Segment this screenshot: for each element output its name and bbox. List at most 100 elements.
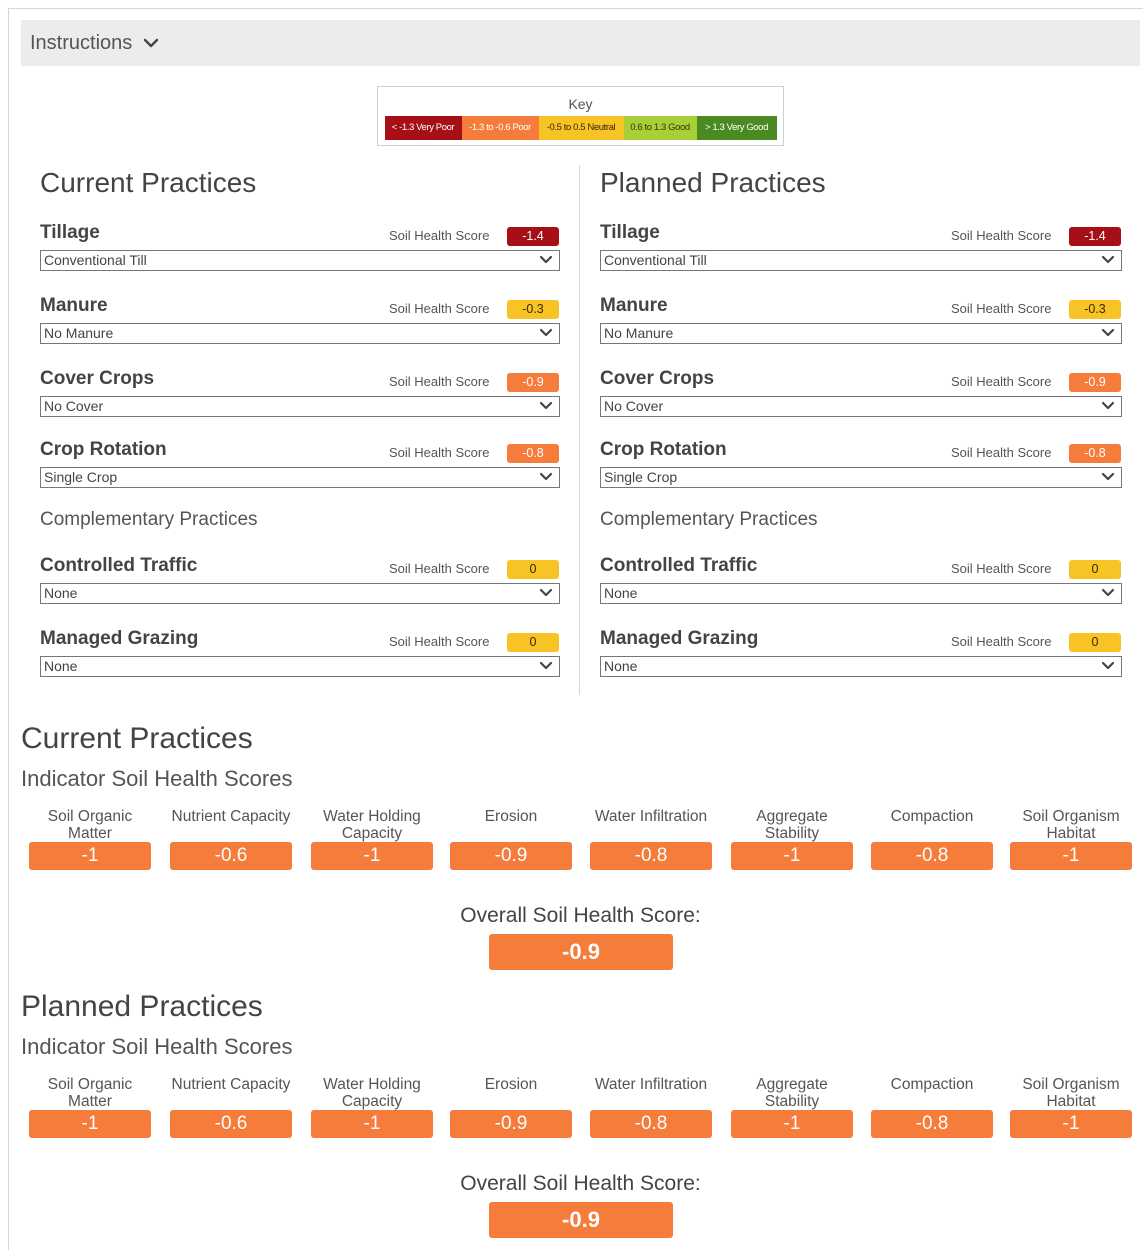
chevron-down-icon: [1101, 661, 1115, 670]
current-practices-column: Current Practices Tillage Soil Health Sco…: [40, 165, 560, 695]
indicator-score: -0.6: [170, 1110, 292, 1138]
select-value: Conventional Till: [44, 252, 147, 268]
practice-name: Manure: [600, 295, 668, 316]
practice-header: Manure Soil Health Score -0.3: [40, 295, 560, 321]
key-very-good: > 1.3 Very Good: [696, 116, 777, 140]
planned-practices-column: Planned Practices Tillage Soil Health Sco…: [600, 165, 1122, 695]
select-value: Conventional Till: [604, 252, 707, 268]
practice-header: Cover Crops Soil Health Score -0.9: [600, 368, 1122, 394]
column-divider: [579, 165, 580, 695]
score-badge: -0.9: [507, 373, 559, 392]
overall-score-label: Overall Soil Health Score:: [460, 904, 701, 927]
indicator-score: -1: [29, 1110, 151, 1138]
score-badge: -0.3: [507, 300, 559, 319]
practice-select[interactable]: None: [600, 656, 1122, 677]
chevron-down-icon: [539, 472, 553, 481]
practice-header: Manure Soil Health Score -0.3: [600, 295, 1122, 321]
summary-subtitle: Indicator Soil Health Scores: [21, 1034, 293, 1059]
practice-manure: Manure Soil Health Score -0.3 No Manure: [600, 295, 1122, 344]
indicator-water-infiltration: Water Infiltration -0.8: [590, 808, 712, 870]
overall-score-value: -0.9: [489, 1202, 673, 1238]
chevron-down-icon: [1101, 328, 1115, 337]
select-value: None: [44, 585, 78, 601]
practice-select[interactable]: Conventional Till: [40, 250, 560, 271]
practice-select[interactable]: Single Crop: [40, 467, 560, 488]
practice-select[interactable]: None: [40, 583, 560, 604]
practice-select[interactable]: No Cover: [40, 396, 560, 417]
practice-name: Cover Crops: [40, 368, 155, 389]
practice-header: Controlled Traffic Soil Health Score 0: [600, 555, 1122, 581]
indicator-nutrient-capacity: Nutrient Capacity -0.6: [170, 808, 292, 870]
indicator-water-holding-capacity: Water Holding Capacity -1: [311, 1076, 433, 1138]
complementary-practices-label: Complementary Practices: [40, 509, 258, 530]
indicator-compaction: Compaction -0.8: [871, 1076, 993, 1138]
indicator-label: Aggregate Stability: [756, 1076, 828, 1110]
soil-health-score-label: Soil Health Score: [389, 445, 490, 460]
key-title: Key: [568, 96, 593, 112]
practice-name: Manure: [40, 295, 108, 316]
indicator-water-holding-capacity: Water Holding Capacity -1: [311, 808, 433, 870]
overall-score-label: Overall Soil Health Score:: [460, 1172, 701, 1195]
indicator-score: -1: [731, 842, 853, 870]
indicator-label: Soil Organic Matter: [47, 808, 133, 842]
practice-select[interactable]: Conventional Till: [600, 250, 1122, 271]
instructions-toggle[interactable]: Instructions: [21, 20, 1140, 66]
practice-managed-grazing: Managed Grazing Soil Health Score 0 None: [40, 628, 560, 677]
indicator-score: -0.9: [450, 842, 572, 870]
key-poor: -1.3 to -0.6 Poor: [461, 116, 539, 140]
indicator-compaction: Compaction -0.8: [871, 808, 993, 870]
indicator-label: Water Holding Capacity: [323, 808, 421, 842]
practice-name: Crop Rotation: [40, 439, 167, 460]
indicator-soil-organic-matter: Soil Organic Matter -1: [29, 808, 151, 870]
practice-managed-grazing: Managed Grazing Soil Health Score 0 None: [600, 628, 1122, 677]
overall-score-value: -0.9: [489, 934, 673, 970]
score-badge: 0: [507, 633, 559, 652]
practice-select[interactable]: No Manure: [600, 323, 1122, 344]
chevron-down-icon: [539, 401, 553, 410]
select-value: Single Crop: [44, 469, 118, 485]
complementary-practices-label: Complementary Practices: [600, 509, 818, 530]
practice-select[interactable]: No Manure: [40, 323, 560, 344]
chevron-down-icon: [539, 661, 553, 670]
practice-controlled-traffic: Controlled Traffic Soil Health Score 0 None: [40, 555, 560, 604]
score-badge: 0: [1069, 560, 1121, 579]
indicator-score: -0.6: [170, 842, 292, 870]
practice-select[interactable]: None: [40, 656, 560, 677]
select-value: None: [44, 658, 78, 674]
indicator-aggregate-stability: Aggregate Stability -1: [731, 808, 853, 870]
soil-health-score-label: Soil Health Score: [389, 228, 490, 243]
key-scale: < -1.3 Very Poor -1.3 to -0.6 Poor -0.5 …: [384, 116, 777, 140]
indicator-label: Soil Organism Habitat: [1022, 1076, 1120, 1110]
indicator-soil-organic-matter: Soil Organic Matter -1: [29, 1076, 151, 1138]
chevron-down-icon: [539, 328, 553, 337]
indicator-label: Erosion: [484, 808, 538, 825]
score-badge: -0.9: [1069, 373, 1121, 392]
practice-controlled-traffic: Controlled Traffic Soil Health Score 0 None: [600, 555, 1122, 604]
practice-crop-rotation: Crop Rotation Soil Health Score -0.8 Single…: [600, 439, 1122, 488]
chevron-down-icon: [1101, 255, 1115, 264]
indicator-label: Nutrient Capacity: [171, 808, 291, 825]
indicator-score: -0.8: [871, 1110, 993, 1138]
indicator-label: Soil Organism Habitat: [1022, 808, 1120, 842]
indicator-label: Erosion: [484, 1076, 538, 1093]
select-value: No Cover: [604, 398, 664, 414]
indicator-score: -0.8: [590, 1110, 712, 1138]
score-badge: -1.4: [507, 227, 559, 246]
practice-select[interactable]: Single Crop: [600, 467, 1122, 488]
indicator-label: Aggregate Stability: [756, 808, 828, 842]
indicator-soil-organism-habitat: Soil Organism Habitat -1: [1010, 808, 1132, 870]
select-value: No Manure: [44, 325, 114, 341]
score-key: Key < -1.3 Very Poor -1.3 to -0.6 Poor -…: [377, 86, 784, 146]
practice-tillage: Tillage Soil Health Score -1.4 Conventional…: [600, 222, 1122, 271]
practice-select[interactable]: None: [600, 583, 1122, 604]
score-badge: -1.4: [1069, 227, 1121, 246]
soil-health-score-label: Soil Health Score: [951, 445, 1052, 460]
select-value: None: [604, 585, 638, 601]
practice-select[interactable]: No Cover: [600, 396, 1122, 417]
soil-health-score-label: Soil Health Score: [951, 228, 1052, 243]
indicator-aggregate-stability: Aggregate Stability -1: [731, 1076, 853, 1138]
practice-header: Crop Rotation Soil Health Score -0.8: [600, 439, 1122, 465]
indicator-row: Soil Organic Matter -1 Nutrient Capacity -0…: [29, 808, 1133, 874]
chevron-down-icon: [539, 588, 553, 597]
practice-header: Tillage Soil Health Score -1.4: [600, 222, 1122, 248]
